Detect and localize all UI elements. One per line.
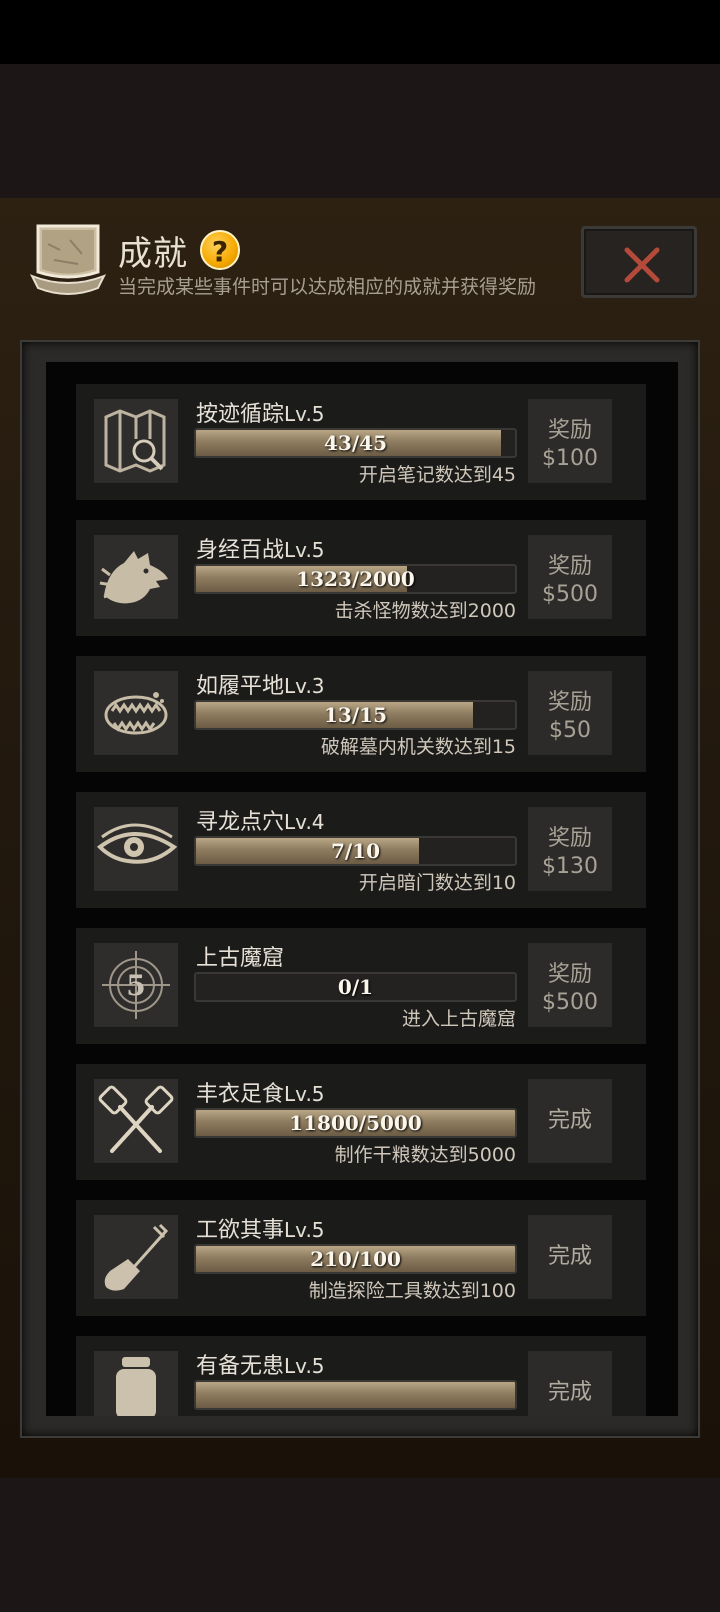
achievement-name: 工欲其事Lv.5 (196, 1218, 325, 1243)
panel-title: 成就 (118, 234, 188, 274)
crossed-spatulas-icon (94, 1079, 178, 1163)
achievement-list-frame: 按迹循踪Lv.5 43/45 开启笔记数达到45 奖励 $100 身经百战Lv.… (20, 340, 700, 1438)
achievement-name: 上古魔窟 (196, 946, 285, 971)
reward-button[interactable]: 奖励 $50 (528, 671, 612, 755)
progress-bar: 7/10 (194, 836, 517, 866)
achievement-description: 开启笔记数达到45 (358, 464, 516, 486)
complete-button[interactable]: 完成 (528, 1351, 612, 1416)
achievements-panel: 成就 ? 当完成某些事件时可以达成相应的成就并获得奖励 按迹循踪Lv.5 43/… (0, 198, 720, 1478)
progress-bar: 13/15 (194, 700, 517, 730)
progress-bar: 43/45 (194, 428, 517, 458)
jar-icon (94, 1351, 178, 1416)
reward-label: 奖励 (547, 418, 592, 443)
complete-button[interactable]: 完成 (528, 1079, 612, 1163)
achievement-name: 如履平地Lv.3 (196, 674, 325, 699)
progress-text: 210/100 (310, 1247, 401, 1271)
reward-label: 奖励 (547, 690, 592, 715)
achievement-description: 击杀怪物数达到2000 (334, 600, 516, 622)
reward-button[interactable]: 奖励 $500 (528, 943, 612, 1027)
achievement-description: 制造探险工具数达到100 (308, 1280, 516, 1302)
panel-subtitle: 当完成某些事件时可以达成相应的成就并获得奖励 (118, 276, 537, 298)
progress-text: 43/45 (324, 431, 387, 455)
reward-amount: $500 (542, 990, 598, 1015)
reward-button[interactable]: 奖励 $100 (528, 399, 612, 483)
progress-bar: 11800/5000 (194, 1108, 517, 1138)
complete-label: 完成 (547, 1380, 592, 1405)
dim-overlay-top[interactable] (0, 64, 720, 198)
achievement-description: 开启暗门数达到10 (358, 872, 516, 894)
achievement-row: 身经百战Lv.5 1323/2000 击杀怪物数达到2000 奖励 $500 (76, 520, 646, 636)
status-bar (0, 0, 720, 64)
countdown-five-icon: 5 (94, 943, 178, 1027)
help-icon[interactable]: ? (200, 230, 240, 270)
progress-bar (194, 1380, 517, 1410)
achievement-row: 有备无患Lv.5 完成 (76, 1336, 646, 1416)
achievement-list[interactable]: 按迹循踪Lv.5 43/45 开启笔记数达到45 奖励 $100 身经百战Lv.… (46, 362, 678, 1416)
achievement-emblem-icon (29, 220, 107, 302)
complete-button[interactable]: 完成 (528, 1215, 612, 1299)
progress-text: 0/1 (337, 975, 374, 999)
achievement-name: 寻龙点穴Lv.4 (196, 810, 325, 835)
achievement-name: 丰衣足食Lv.5 (196, 1082, 325, 1107)
achievement-description: 进入上古魔窟 (401, 1008, 516, 1030)
bear-trap-icon (94, 671, 178, 755)
shovel-icon (94, 1215, 178, 1299)
wolf-head-icon (94, 535, 178, 619)
reward-label: 奖励 (547, 826, 592, 851)
achievement-row: 如履平地Lv.3 13/15 破解墓内机关数达到15 奖励 $50 (76, 656, 646, 772)
achievement-row: 工欲其事Lv.5 210/100 制造探险工具数达到100 完成 (76, 1200, 646, 1316)
progress-text (196, 1382, 515, 1408)
achievement-name: 身经百战Lv.5 (196, 538, 325, 563)
progress-text: 13/15 (324, 703, 387, 727)
achievement-description: 制作干粮数达到5000 (334, 1144, 516, 1166)
reward-amount: $50 (549, 718, 591, 743)
progress-bar: 0/1 (194, 972, 517, 1002)
achievement-row: 寻龙点穴Lv.4 7/10 开启暗门数达到10 奖励 $130 (76, 792, 646, 908)
achievement-name: 有备无患Lv.5 (196, 1354, 325, 1379)
reward-amount: $130 (542, 854, 598, 879)
progress-text: 7/10 (330, 839, 381, 863)
complete-label: 完成 (547, 1244, 592, 1269)
reward-label: 奖励 (547, 962, 592, 987)
svg-text:5: 5 (126, 969, 145, 1002)
reward-button[interactable]: 奖励 $130 (528, 807, 612, 891)
reward-button[interactable]: 奖励 $500 (528, 535, 612, 619)
reward-amount: $100 (542, 446, 598, 471)
achievement-name: 按迹循踪Lv.5 (196, 402, 325, 427)
progress-bar: 210/100 (194, 1244, 517, 1274)
reward-amount: $500 (542, 582, 598, 607)
achievement-row: 5 上古魔窟 0/1 进入上古魔窟 奖励 $500 (76, 928, 646, 1044)
close-icon (624, 247, 660, 283)
achievement-row: 丰衣足食Lv.5 11800/5000 制作干粮数达到5000 完成 (76, 1064, 646, 1180)
progress-text: 11800/5000 (289, 1111, 422, 1135)
map-search-icon (94, 399, 178, 483)
dim-overlay-bottom[interactable] (0, 1478, 720, 1612)
complete-label: 完成 (547, 1108, 592, 1133)
close-button[interactable] (581, 226, 697, 298)
progress-text: 1323/2000 (296, 567, 415, 591)
achievement-description: 破解墓内机关数达到15 (320, 736, 516, 758)
progress-bar: 1323/2000 (194, 564, 517, 594)
eye-icon (94, 807, 178, 891)
achievement-row: 按迹循踪Lv.5 43/45 开启笔记数达到45 奖励 $100 (76, 384, 646, 500)
reward-label: 奖励 (547, 554, 592, 579)
